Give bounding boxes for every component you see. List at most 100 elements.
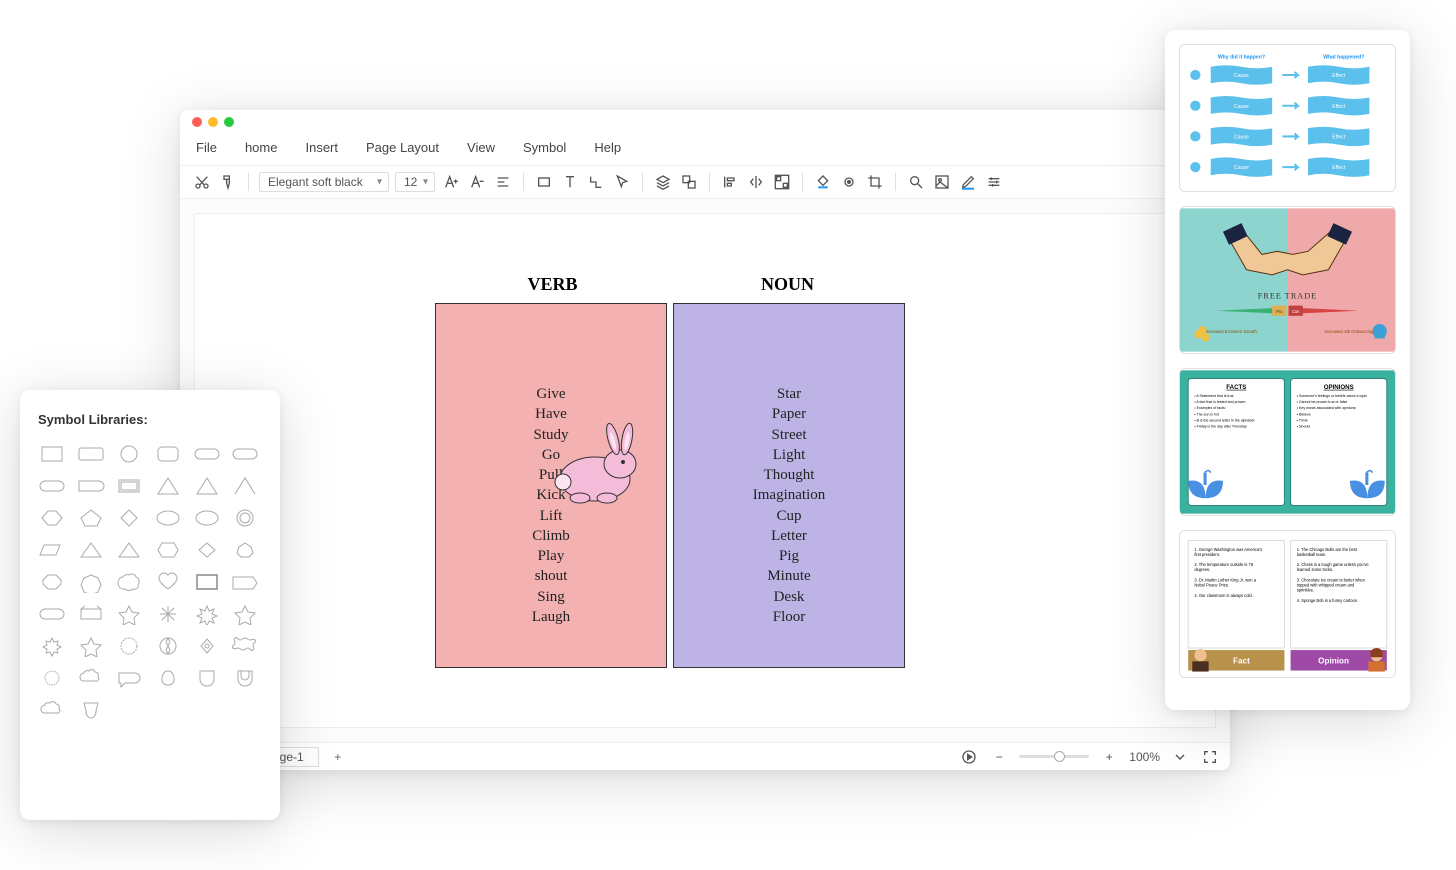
- tchart-word: Floor: [674, 607, 904, 627]
- shape-item[interactable]: [193, 507, 221, 529]
- shape-item[interactable]: [231, 539, 259, 561]
- text-icon[interactable]: [560, 172, 580, 192]
- shape-item[interactable]: [231, 507, 259, 529]
- image-icon[interactable]: [932, 172, 952, 192]
- shape-item[interactable]: [154, 571, 182, 593]
- shape-item[interactable]: [115, 539, 143, 561]
- close-icon[interactable]: [192, 117, 202, 127]
- menu-home[interactable]: home: [245, 140, 278, 155]
- shape-item[interactable]: [154, 635, 182, 657]
- search-icon[interactable]: [906, 172, 926, 192]
- shape-item[interactable]: [38, 507, 66, 529]
- add-page-icon[interactable]: +: [329, 748, 347, 766]
- shape-item[interactable]: [38, 635, 66, 657]
- shape-item[interactable]: [115, 475, 143, 497]
- shape-item[interactable]: [193, 635, 221, 657]
- template-free-trade[interactable]: FREE TRADE Pro Con Increased Economic Gr…: [1179, 206, 1396, 354]
- shape-item[interactable]: [193, 443, 221, 465]
- shape-item[interactable]: [77, 635, 105, 657]
- shape-item[interactable]: [77, 603, 105, 625]
- shape-item[interactable]: [154, 667, 182, 689]
- shape-item[interactable]: [193, 603, 221, 625]
- shape-item[interactable]: [154, 539, 182, 561]
- shape-item[interactable]: [115, 571, 143, 593]
- shape-item[interactable]: [38, 603, 66, 625]
- minimize-icon[interactable]: [208, 117, 218, 127]
- shape-item[interactable]: [231, 443, 259, 465]
- rectangle-icon[interactable]: [534, 172, 554, 192]
- align-icon[interactable]: [493, 172, 513, 192]
- template-fact-opinion-list[interactable]: 1. George Washington was America'sfirst …: [1179, 530, 1396, 678]
- connector-icon[interactable]: [586, 172, 606, 192]
- font-size-select[interactable]: 12: [395, 172, 435, 192]
- shape-style-icon[interactable]: [839, 172, 859, 192]
- menu-view[interactable]: View: [467, 140, 495, 155]
- zoom-out-icon[interactable]: −: [989, 747, 1009, 767]
- template-cause-effect[interactable]: Why did it happen? What happened? CauseE…: [1179, 44, 1396, 192]
- shape-item[interactable]: [115, 667, 143, 689]
- shape-item[interactable]: [231, 667, 259, 689]
- decrease-font-icon[interactable]: [467, 172, 487, 192]
- template-facts-opinions[interactable]: FACTS OPINIONS • A Statement that is tru…: [1179, 368, 1396, 516]
- menu-insert[interactable]: Insert: [305, 140, 338, 155]
- shape-item[interactable]: [193, 539, 221, 561]
- t-chart[interactable]: VERB NOUN GiveHaveStudyGoPullKickLiftCli…: [435, 274, 905, 668]
- tchart-column-noun[interactable]: StarPaperStreetLightThoughtImaginationCu…: [673, 303, 905, 668]
- present-icon[interactable]: [959, 747, 979, 767]
- menu-help[interactable]: Help: [594, 140, 621, 155]
- shape-item[interactable]: [115, 603, 143, 625]
- shape-item[interactable]: [231, 635, 259, 657]
- shape-item[interactable]: [38, 475, 66, 497]
- shape-item[interactable]: [115, 507, 143, 529]
- shape-item[interactable]: [154, 603, 182, 625]
- shape-item[interactable]: [231, 571, 259, 593]
- shape-item[interactable]: [77, 507, 105, 529]
- rabbit-image[interactable]: [535, 414, 655, 514]
- menu-page-layout[interactable]: Page Layout: [366, 140, 439, 155]
- shape-item[interactable]: [115, 635, 143, 657]
- settings-icon[interactable]: [984, 172, 1004, 192]
- shape-item[interactable]: [38, 443, 66, 465]
- zoom-in-icon[interactable]: +: [1099, 747, 1119, 767]
- shape-item[interactable]: [231, 603, 259, 625]
- distribute-icon[interactable]: [772, 172, 792, 192]
- shape-item[interactable]: [77, 539, 105, 561]
- format-painter-icon[interactable]: [218, 172, 238, 192]
- fill-color-icon[interactable]: [813, 172, 833, 192]
- crop-icon[interactable]: [865, 172, 885, 192]
- shape-item[interactable]: [193, 667, 221, 689]
- shape-item[interactable]: [154, 475, 182, 497]
- menu-symbol[interactable]: Symbol: [523, 140, 566, 155]
- shape-item[interactable]: [115, 443, 143, 465]
- maximize-icon[interactable]: [224, 117, 234, 127]
- fullscreen-icon[interactable]: [1200, 747, 1220, 767]
- layers-icon[interactable]: [653, 172, 673, 192]
- cut-icon[interactable]: [192, 172, 212, 192]
- shape-item[interactable]: [38, 667, 66, 689]
- chevron-down-icon[interactable]: [1170, 747, 1190, 767]
- pointer-icon[interactable]: [612, 172, 632, 192]
- align-left-icon[interactable]: [720, 172, 740, 192]
- font-select[interactable]: Elegant soft black: [259, 172, 389, 192]
- menu-file[interactable]: File: [196, 140, 217, 155]
- increase-font-icon[interactable]: [441, 172, 461, 192]
- shape-item[interactable]: [38, 571, 66, 593]
- shape-item[interactable]: [193, 571, 221, 593]
- shape-item[interactable]: [38, 539, 66, 561]
- shape-item[interactable]: [38, 699, 66, 721]
- canvas[interactable]: VERB NOUN GiveHaveStudyGoPullKickLiftCli…: [180, 199, 1230, 742]
- zoom-slider[interactable]: [1019, 755, 1089, 758]
- shape-item[interactable]: [77, 667, 105, 689]
- shape-item[interactable]: [77, 699, 105, 721]
- shape-item[interactable]: [231, 475, 259, 497]
- shape-item[interactable]: [154, 507, 182, 529]
- shape-item[interactable]: [154, 443, 182, 465]
- pen-icon[interactable]: [958, 172, 978, 192]
- flip-icon[interactable]: [746, 172, 766, 192]
- canvas-page[interactable]: VERB NOUN GiveHaveStudyGoPullKickLiftCli…: [194, 213, 1216, 728]
- shape-item[interactable]: [77, 571, 105, 593]
- shape-item[interactable]: [193, 475, 221, 497]
- group-icon[interactable]: [679, 172, 699, 192]
- shape-item[interactable]: [77, 443, 105, 465]
- shape-item[interactable]: [77, 475, 105, 497]
